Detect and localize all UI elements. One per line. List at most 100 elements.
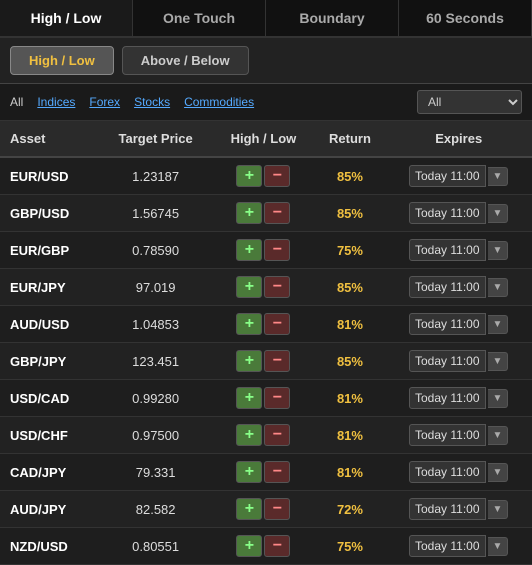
return-value: 81% [315,306,386,343]
expires-dropdown-arrow[interactable]: ▼ [488,315,509,334]
expires-cell: Today 11:00▼ [385,343,532,380]
expires-cell: Today 11:00▼ [385,306,532,343]
asset-name: AUD/USD [0,306,99,343]
high-low-buttons: +− [212,232,314,269]
col-header-target-price: Target Price [99,121,212,157]
table-row: EUR/JPY97.019+−85%Today 11:00▼ [0,269,532,306]
table-header: AssetTarget PriceHigh / LowReturnExpires [0,121,532,157]
col-header-return: Return [315,121,386,157]
target-price: 1.23187 [99,157,212,195]
return-value: 72% [315,491,386,528]
table-row: USD/CHF0.97500+−81%Today 11:00▼ [0,417,532,454]
high-button[interactable]: + [236,387,262,409]
expires-value: Today 11:00 [409,276,486,298]
return-value: 75% [315,528,386,565]
low-button[interactable]: − [264,424,290,446]
expires-dropdown-arrow[interactable]: ▼ [488,463,509,482]
target-price: 0.78590 [99,232,212,269]
expires-cell: Today 11:00▼ [385,380,532,417]
asset-name: EUR/JPY [0,269,99,306]
return-value: 81% [315,380,386,417]
top-tab-high-low[interactable]: High / Low [0,0,133,36]
expires-cell: Today 11:00▼ [385,528,532,565]
top-tab-60-seconds[interactable]: 60 Seconds [399,0,532,36]
filter-all[interactable]: All [10,95,23,109]
expires-dropdown-arrow[interactable]: ▼ [488,426,509,445]
low-button[interactable]: − [264,498,290,520]
asset-name: GBP/JPY [0,343,99,380]
table-row: AUD/USD1.04853+−81%Today 11:00▼ [0,306,532,343]
expires-value: Today 11:00 [409,498,486,520]
table-row: GBP/JPY123.451+−85%Today 11:00▼ [0,343,532,380]
expires-value: Today 11:00 [409,239,486,261]
return-value: 85% [315,269,386,306]
low-button[interactable]: − [264,313,290,335]
return-value: 81% [315,454,386,491]
high-button[interactable]: + [236,350,262,372]
filter-indices[interactable]: Indices [37,95,75,109]
expires-value: Today 11:00 [409,424,486,446]
expires-cell: Today 11:00▼ [385,417,532,454]
target-price: 1.04853 [99,306,212,343]
asset-name: GBP/USD [0,195,99,232]
sub-tab-high-low-sub[interactable]: High / Low [10,46,114,75]
expires-dropdown-arrow[interactable]: ▼ [488,537,509,556]
expires-dropdown-arrow[interactable]: ▼ [488,352,509,371]
low-button[interactable]: − [264,350,290,372]
expires-dropdown-arrow[interactable]: ▼ [488,500,509,519]
asset-name: EUR/GBP [0,232,99,269]
high-low-buttons: +− [212,380,314,417]
high-button[interactable]: + [236,276,262,298]
top-tab-one-touch[interactable]: One Touch [133,0,266,36]
low-button[interactable]: − [264,202,290,224]
high-button[interactable]: + [236,424,262,446]
top-tab-boundary[interactable]: Boundary [266,0,399,36]
target-price: 79.331 [99,454,212,491]
expires-cell: Today 11:00▼ [385,269,532,306]
expires-dropdown-arrow[interactable]: ▼ [488,167,509,186]
target-price: 97.019 [99,269,212,306]
target-price: 82.582 [99,491,212,528]
category-select[interactable]: AllForexIndicesStocksCommodities [417,90,522,114]
low-button[interactable]: − [264,165,290,187]
expires-value: Today 11:00 [409,313,486,335]
table-row: GBP/USD1.56745+−85%Today 11:00▼ [0,195,532,232]
return-value: 85% [315,195,386,232]
filter-stocks[interactable]: Stocks [134,95,170,109]
expires-dropdown-arrow[interactable]: ▼ [488,204,509,223]
table-row: EUR/USD1.23187+−85%Today 11:00▼ [0,157,532,195]
high-low-buttons: +− [212,157,314,195]
asset-name: AUD/JPY [0,491,99,528]
table-row: USD/CAD0.99280+−81%Today 11:00▼ [0,380,532,417]
high-button[interactable]: + [236,535,262,557]
table-body: EUR/USD1.23187+−85%Today 11:00▼GBP/USD1.… [0,157,532,565]
low-button[interactable]: − [264,461,290,483]
expires-value: Today 11:00 [409,350,486,372]
expires-value: Today 11:00 [409,387,486,409]
low-button[interactable]: − [264,239,290,261]
low-button[interactable]: − [264,535,290,557]
high-button[interactable]: + [236,461,262,483]
low-button[interactable]: − [264,387,290,409]
low-button[interactable]: − [264,276,290,298]
filter-forex[interactable]: Forex [89,95,120,109]
expires-dropdown-arrow[interactable]: ▼ [488,278,509,297]
table-row: AUD/JPY82.582+−72%Today 11:00▼ [0,491,532,528]
sub-tab-above-below[interactable]: Above / Below [122,46,249,75]
high-low-buttons: +− [212,454,314,491]
high-low-buttons: +− [212,491,314,528]
filter-commodities[interactable]: Commodities [184,95,254,109]
high-low-buttons: +− [212,417,314,454]
high-button[interactable]: + [236,313,262,335]
filter-select-wrapper: AllForexIndicesStocksCommodities [417,90,522,114]
return-value: 75% [315,232,386,269]
expires-dropdown-arrow[interactable]: ▼ [488,241,509,260]
high-button[interactable]: + [236,239,262,261]
high-button[interactable]: + [236,202,262,224]
table-row: NZD/USD0.80551+−75%Today 11:00▼ [0,528,532,565]
expires-value: Today 11:00 [409,202,486,224]
expires-dropdown-arrow[interactable]: ▼ [488,389,509,408]
high-button[interactable]: + [236,498,262,520]
sub-tab-bar: High / Low Above / Below [0,38,532,84]
high-button[interactable]: + [236,165,262,187]
